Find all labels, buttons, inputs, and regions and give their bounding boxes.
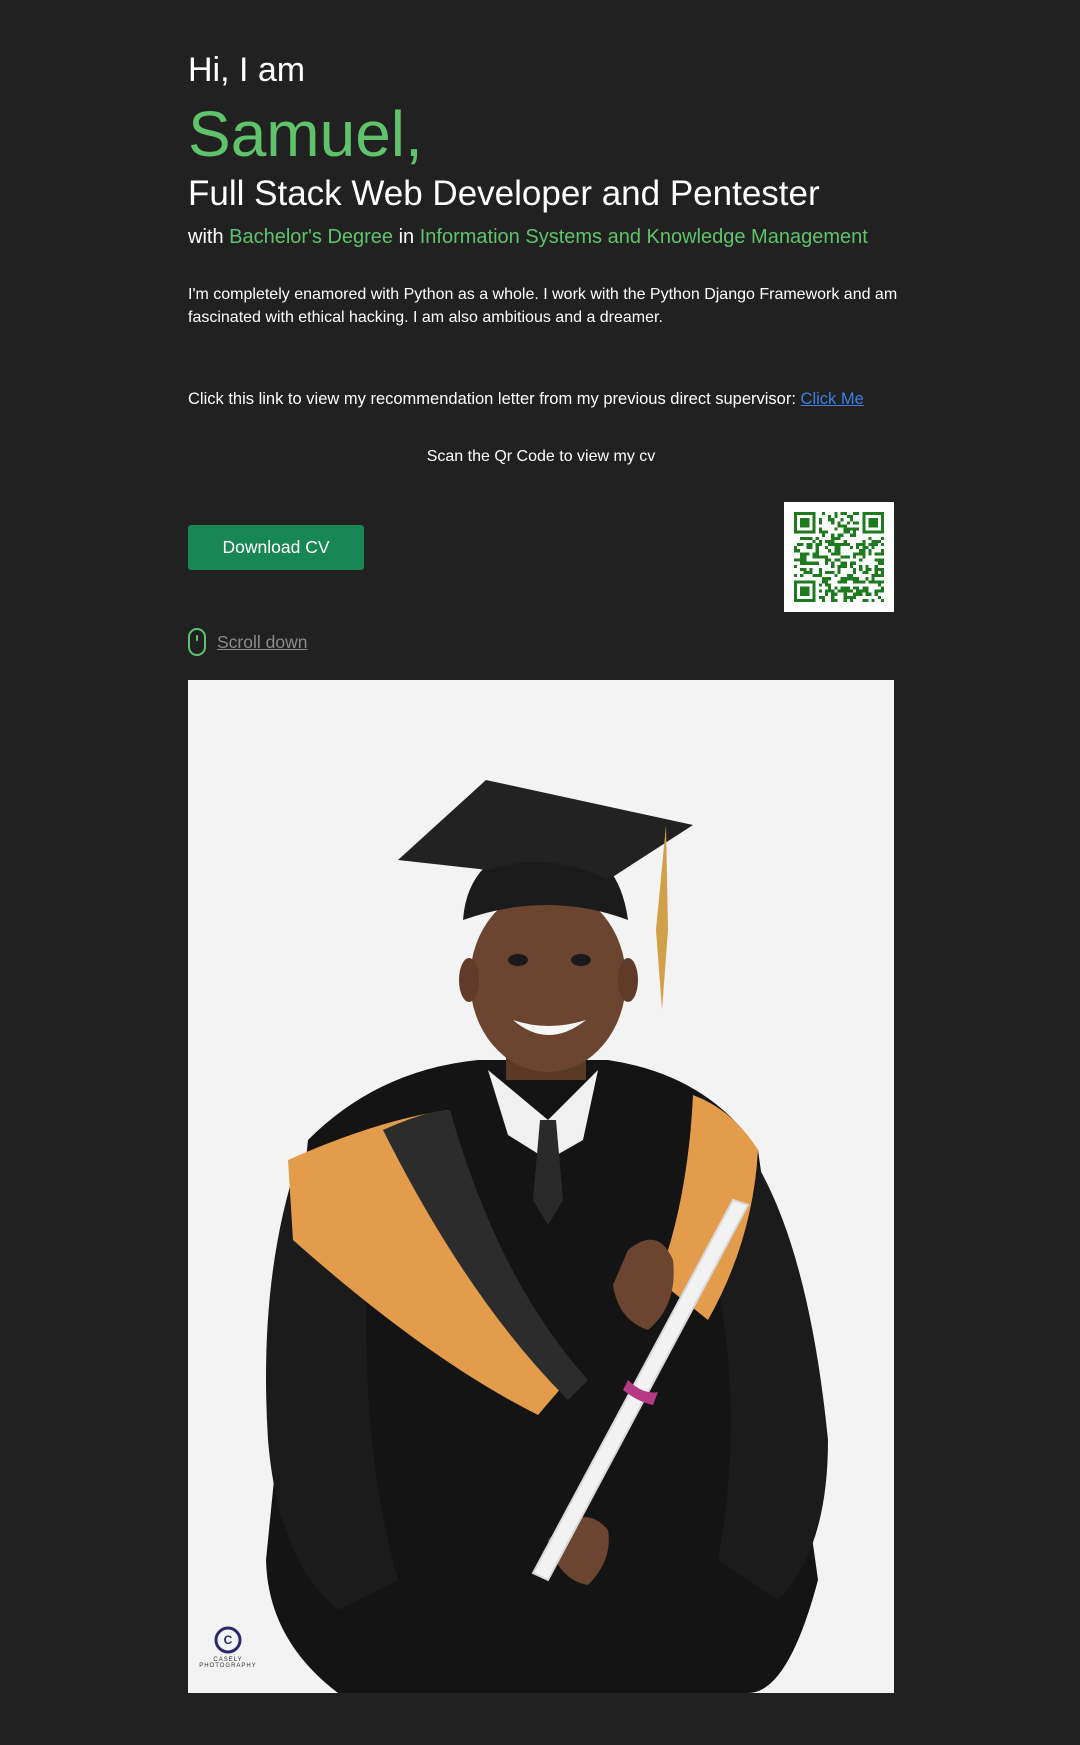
degree-in: in bbox=[398, 226, 415, 248]
role-heading: Full Stack Web Developer and Pentester bbox=[188, 174, 820, 213]
scroll-down-link[interactable]: Scroll down bbox=[188, 626, 307, 658]
degree-prefix: with bbox=[188, 226, 224, 248]
photo-watermark: CASELY PHOTOGRAPHY bbox=[199, 1657, 257, 1669]
name-heading: Samuel, bbox=[188, 98, 423, 170]
qr-code-icon bbox=[784, 502, 894, 612]
svg-text:C: C bbox=[224, 1633, 233, 1647]
mouse-icon bbox=[188, 628, 206, 656]
bio-paragraph: I'm completely enamored with Python as a… bbox=[188, 286, 898, 326]
recommendation-text: Click this link to view my recommendatio… bbox=[188, 390, 796, 408]
download-cv-button[interactable]: Download CV bbox=[188, 525, 364, 570]
degree-text: Bachelor's Degree bbox=[229, 226, 394, 248]
recommendation-line: Click this link to view my recommendatio… bbox=[188, 387, 864, 411]
graduation-photo: C CASELY PHOTOGRAPHY bbox=[188, 680, 894, 1693]
scroll-down-label: Scroll down bbox=[217, 631, 308, 652]
qr-code-graphic bbox=[794, 512, 884, 602]
recommendation-link[interactable]: Click Me bbox=[801, 390, 864, 408]
degree-line: with Bachelor's Degree in Information Sy… bbox=[188, 223, 868, 251]
greeting-text: Hi, I am bbox=[188, 51, 306, 89]
qr-caption: Scan the Qr Code to view my cv bbox=[426, 448, 656, 465]
graduate-portrait-image: C bbox=[188, 680, 894, 1693]
field-text: Information Systems and Knowledge Manage… bbox=[419, 226, 868, 248]
